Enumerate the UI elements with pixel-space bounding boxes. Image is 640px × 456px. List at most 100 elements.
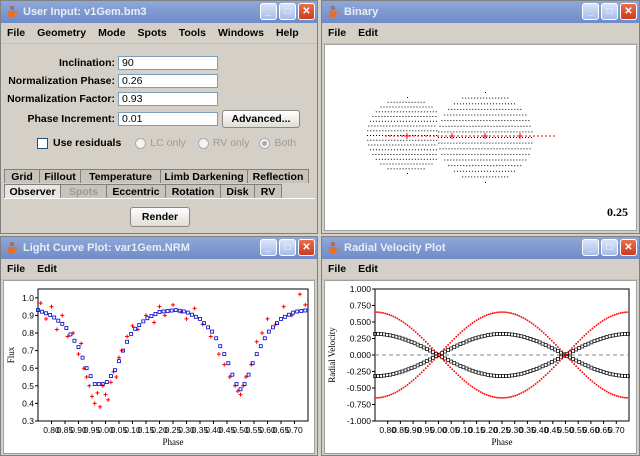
rv-point — [490, 312, 492, 315]
tab-rv[interactable]: RV — [254, 184, 282, 198]
close-button[interactable]: ✕ — [298, 3, 315, 20]
normalization-phase-field[interactable]: 0.26 — [118, 74, 218, 88]
rv-point — [530, 322, 533, 324]
menu-windows[interactable]: Windows — [212, 27, 270, 39]
binary-render-canvas[interactable]: 0.25 — [324, 44, 637, 231]
tab-disk[interactable]: Disk — [220, 184, 255, 198]
rv-point — [609, 315, 612, 318]
maximize-button[interactable]: □ — [601, 3, 618, 20]
maximize-button[interactable]: □ — [279, 239, 296, 256]
binary-titlebar[interactable]: Binary _ □ ✕ — [322, 1, 639, 23]
rv-point — [402, 386, 405, 389]
y-tick-label: 0.7 — [22, 346, 34, 356]
binary-window: Binary _ □ ✕ File Edit 0.25 — [321, 0, 640, 234]
lc-only-radio[interactable] — [135, 137, 147, 149]
close-button[interactable]: ✕ — [620, 3, 637, 20]
menu-help[interactable]: Help — [270, 27, 305, 39]
phase-readout: 0.25 — [607, 205, 628, 219]
rv-point — [485, 314, 488, 316]
both-radio[interactable] — [259, 137, 271, 149]
rv-point — [620, 396, 622, 398]
rv-point — [569, 349, 571, 351]
tab-temperature[interactable]: Temperature — [80, 169, 161, 183]
rv-point — [398, 389, 401, 392]
rv-point — [390, 314, 393, 317]
rv-point — [453, 337, 456, 340]
rv-point — [410, 380, 413, 383]
close-icon: ✕ — [302, 242, 311, 253]
rv-point — [607, 391, 610, 394]
radial-velocity-canvas[interactable]: 0.80 0.85 0.90 0.95 0.00 0.05 0.10 0.15 0.20 0.25… — [324, 280, 637, 454]
rv-point — [406, 324, 409, 327]
menu-mode[interactable]: Mode — [92, 27, 131, 39]
tab-limb-darkening[interactable]: Limb Darkening — [160, 169, 248, 183]
use-residuals-checkbox[interactable] — [37, 137, 48, 149]
rv-point — [457, 334, 460, 336]
rv-point — [611, 314, 614, 317]
rv-point — [514, 394, 517, 397]
rv-point — [616, 395, 618, 397]
inclination-field[interactable]: 90 — [118, 56, 218, 70]
rv-point — [550, 368, 553, 371]
light-curve-titlebar[interactable]: Light Curve Plot: var1Gem.NRM _ □ ✕ — [1, 237, 317, 259]
menu-spots[interactable]: Spots — [132, 27, 173, 39]
minimize-button[interactable]: _ — [260, 3, 277, 20]
menu-edit[interactable]: Edit — [352, 263, 384, 275]
tab-rotation[interactable]: Rotation — [165, 184, 221, 198]
rv-point — [443, 360, 445, 362]
tab-panel-divider — [4, 198, 315, 199]
rv-point — [542, 376, 545, 378]
tab-row-2: Observer Spots Eccentric Rotation Disk R… — [4, 184, 282, 198]
rv-point — [579, 338, 582, 341]
minimize-icon: _ — [587, 6, 594, 17]
rv-point — [571, 347, 573, 349]
window-title: Binary — [344, 6, 379, 18]
rv-point — [544, 374, 547, 376]
menu-tools[interactable]: Tools — [173, 27, 212, 39]
light-curve-canvas[interactable]: 0.80 0.85 0.90 0.95 0.00 0.05 0.10 0.15 0.20 0.25… — [3, 280, 315, 454]
maximize-button[interactable]: □ — [279, 3, 296, 20]
rv-point — [427, 365, 429, 367]
menu-file[interactable]: File — [322, 263, 352, 275]
rv-point — [380, 311, 382, 314]
rv-point — [567, 351, 569, 354]
user-input-window: User Input: v1Gem.bm3 _ □ ✕ File Geometr… — [0, 0, 318, 234]
maximize-button[interactable]: □ — [601, 239, 618, 256]
rv-point — [414, 377, 417, 379]
phase-increment-label: Phase Increment: — [27, 113, 115, 125]
java-cup-icon — [5, 241, 19, 255]
tab-observer[interactable]: Observer — [4, 184, 61, 198]
advanced-button[interactable]: Advanced... — [222, 110, 300, 128]
normalization-factor-field[interactable]: 0.93 — [118, 92, 218, 106]
menu-geometry[interactable]: Geometry — [31, 27, 92, 39]
rv-point — [388, 313, 391, 316]
tab-fillout[interactable]: Fillout — [39, 169, 81, 183]
rv-point — [611, 393, 614, 396]
menu-edit[interactable]: Edit — [352, 27, 384, 39]
rv-point — [585, 375, 588, 377]
minimize-button[interactable]: _ — [260, 239, 277, 256]
minimize-button[interactable]: _ — [582, 239, 599, 256]
tab-grid[interactable]: Grid — [4, 169, 40, 183]
rv-point — [544, 334, 547, 336]
user-input-titlebar[interactable]: User Input: v1Gem.bm3 _ □ ✕ — [1, 1, 317, 23]
tab-reflection[interactable]: Reflection — [247, 169, 309, 183]
rv-point — [622, 311, 624, 314]
rv-point — [520, 392, 523, 394]
close-button[interactable]: ✕ — [298, 239, 315, 256]
rv-point — [431, 361, 433, 363]
phase-increment-field[interactable]: 0.01 — [118, 112, 218, 126]
render-button[interactable]: Render — [130, 207, 190, 227]
y-tick-label: -0.750 — [347, 400, 371, 410]
tab-eccentric[interactable]: Eccentric — [106, 184, 166, 198]
menu-file[interactable]: File — [1, 27, 31, 39]
rv-point — [587, 377, 590, 379]
menu-file[interactable]: File — [322, 27, 352, 39]
menu-file[interactable]: File — [1, 263, 31, 275]
menu-edit[interactable]: Edit — [31, 263, 63, 275]
rv-point — [516, 394, 519, 396]
radial-velocity-titlebar[interactable]: Radial Velocity Plot _ □ ✕ — [322, 237, 639, 259]
rv-only-radio[interactable] — [197, 137, 209, 149]
close-button[interactable]: ✕ — [620, 239, 637, 256]
minimize-button[interactable]: _ — [582, 3, 599, 20]
